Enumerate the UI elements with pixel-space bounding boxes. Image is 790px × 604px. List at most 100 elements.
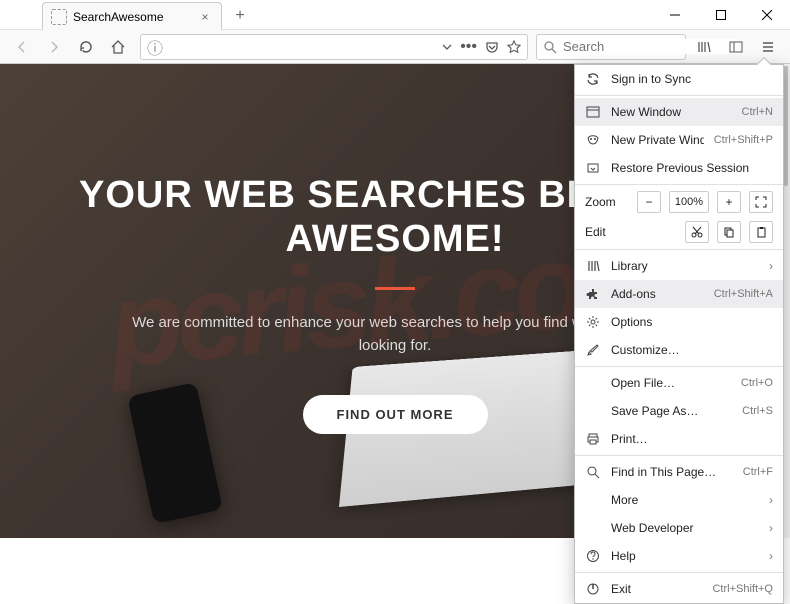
menu-save-page[interactable]: Save Page As… Ctrl+S bbox=[575, 397, 783, 425]
sync-icon bbox=[585, 71, 601, 87]
menu-new-window[interactable]: New Window Ctrl+N bbox=[575, 98, 783, 126]
blank-icon bbox=[585, 520, 601, 536]
bookmark-star-icon[interactable] bbox=[507, 40, 521, 54]
search-bar[interactable] bbox=[536, 34, 686, 60]
mask-icon bbox=[585, 132, 601, 148]
window-icon bbox=[585, 104, 601, 120]
blank-icon bbox=[585, 375, 601, 391]
menu-sign-in-sync[interactable]: Sign in to Sync bbox=[575, 65, 783, 93]
hamburger-menu-button[interactable] bbox=[754, 33, 782, 61]
addons-icon bbox=[585, 286, 601, 302]
paintbrush-icon bbox=[585, 342, 601, 358]
menu-item-shortcut: Ctrl+F bbox=[743, 466, 773, 478]
hero-phone-graphic bbox=[127, 382, 222, 524]
menu-item-label: Exit bbox=[611, 582, 702, 596]
menu-item-shortcut: Ctrl+Shift+P bbox=[714, 134, 773, 146]
exit-icon bbox=[585, 581, 601, 597]
chevron-right-icon: › bbox=[769, 259, 773, 273]
library-button[interactable] bbox=[690, 33, 718, 61]
menu-more[interactable]: More › bbox=[575, 486, 783, 514]
menu-item-label: New Window bbox=[611, 105, 732, 119]
gear-icon bbox=[585, 314, 601, 330]
menu-library[interactable]: Library › bbox=[575, 252, 783, 280]
menu-customize[interactable]: Customize… bbox=[575, 336, 783, 364]
history-dropdown-icon[interactable] bbox=[442, 42, 452, 52]
menu-item-label: More bbox=[611, 493, 759, 507]
menu-options[interactable]: Options bbox=[575, 308, 783, 336]
app-menu: Sign in to Sync New Window Ctrl+N New Pr… bbox=[574, 64, 784, 604]
menu-help[interactable]: Help › bbox=[575, 542, 783, 570]
paste-button[interactable] bbox=[749, 221, 773, 243]
reload-button[interactable] bbox=[72, 33, 100, 61]
find-out-more-button[interactable]: FIND OUT MORE bbox=[303, 395, 488, 434]
url-input[interactable] bbox=[169, 39, 436, 54]
menu-item-shortcut: Ctrl+N bbox=[742, 106, 773, 118]
menu-item-shortcut: Ctrl+Shift+A bbox=[714, 288, 773, 300]
hero-divider bbox=[375, 287, 415, 290]
forward-button[interactable] bbox=[40, 33, 68, 61]
tab-favicon bbox=[51, 9, 67, 25]
zoom-label: Zoom bbox=[585, 195, 629, 209]
chevron-right-icon: › bbox=[769, 521, 773, 535]
window-minimize-button[interactable] bbox=[652, 0, 698, 30]
back-button[interactable] bbox=[8, 33, 36, 61]
menu-item-label: Customize… bbox=[611, 343, 773, 357]
menu-item-label: Library bbox=[611, 259, 759, 273]
menu-item-label: New Private Window bbox=[611, 133, 704, 147]
zoom-out-button[interactable]: − bbox=[637, 191, 661, 213]
sidebar-button[interactable] bbox=[722, 33, 750, 61]
tab-strip: SearchAwesome × + bbox=[0, 0, 254, 30]
blank-icon bbox=[585, 492, 601, 508]
menu-restore-session[interactable]: Restore Previous Session bbox=[575, 154, 783, 182]
menu-zoom-controls: Zoom − 100% + bbox=[575, 187, 783, 217]
fullscreen-button[interactable] bbox=[749, 191, 773, 213]
menu-new-private-window[interactable]: New Private Window Ctrl+Shift+P bbox=[575, 126, 783, 154]
restore-icon bbox=[585, 160, 601, 176]
menu-open-file[interactable]: Open File… Ctrl+O bbox=[575, 369, 783, 397]
print-icon bbox=[585, 431, 601, 447]
menu-find-in-page[interactable]: Find in This Page… Ctrl+F bbox=[575, 458, 783, 486]
menu-exit[interactable]: Exit Ctrl+Shift+Q bbox=[575, 575, 783, 603]
menu-edit-controls: Edit bbox=[575, 217, 783, 247]
new-tab-button[interactable]: + bbox=[226, 2, 254, 30]
url-bar[interactable]: ⓘ ••• bbox=[140, 34, 528, 60]
tab-title: SearchAwesome bbox=[73, 10, 164, 24]
menu-item-label: Options bbox=[611, 315, 773, 329]
blank-icon bbox=[585, 403, 601, 419]
menu-print[interactable]: Print… bbox=[575, 425, 783, 453]
menu-item-label: Print… bbox=[611, 432, 773, 446]
menu-item-label: Help bbox=[611, 549, 759, 563]
pocket-icon[interactable] bbox=[485, 40, 499, 54]
search-icon bbox=[543, 40, 557, 54]
menu-item-label: Save Page As… bbox=[611, 404, 732, 418]
menu-item-label: Open File… bbox=[611, 376, 731, 390]
hero-headline-line2: AWESOME! bbox=[285, 218, 504, 260]
menu-item-label: Add-ons bbox=[611, 287, 704, 301]
menu-item-label: Restore Previous Session bbox=[611, 161, 773, 175]
search-icon bbox=[585, 464, 601, 480]
cut-button[interactable] bbox=[685, 221, 709, 243]
zoom-value: 100% bbox=[669, 191, 709, 213]
menu-item-label: Sign in to Sync bbox=[611, 72, 773, 86]
chevron-right-icon: › bbox=[769, 493, 773, 507]
page-actions-icon[interactable]: ••• bbox=[460, 38, 477, 56]
menu-addons[interactable]: Add-ons Ctrl+Shift+A bbox=[575, 280, 783, 308]
window-maximize-button[interactable] bbox=[698, 0, 744, 30]
menu-item-shortcut: Ctrl+S bbox=[742, 405, 773, 417]
menu-item-shortcut: Ctrl+O bbox=[741, 377, 773, 389]
help-icon bbox=[585, 548, 601, 564]
menu-item-label: Find in This Page… bbox=[611, 465, 733, 479]
identity-icon[interactable]: ⓘ bbox=[147, 35, 163, 59]
menu-item-label: Web Developer bbox=[611, 521, 759, 535]
nav-toolbar: ⓘ ••• bbox=[0, 30, 790, 64]
home-button[interactable] bbox=[104, 33, 132, 61]
tab-close-button[interactable]: × bbox=[197, 9, 213, 25]
library-icon bbox=[585, 258, 601, 274]
copy-button[interactable] bbox=[717, 221, 741, 243]
tab-active[interactable]: SearchAwesome × bbox=[42, 2, 222, 30]
window-close-button[interactable] bbox=[744, 0, 790, 30]
menu-item-shortcut: Ctrl+Shift+Q bbox=[712, 583, 773, 595]
edit-label: Edit bbox=[585, 225, 677, 239]
zoom-in-button[interactable]: + bbox=[717, 191, 741, 213]
chevron-right-icon: › bbox=[769, 549, 773, 563]
